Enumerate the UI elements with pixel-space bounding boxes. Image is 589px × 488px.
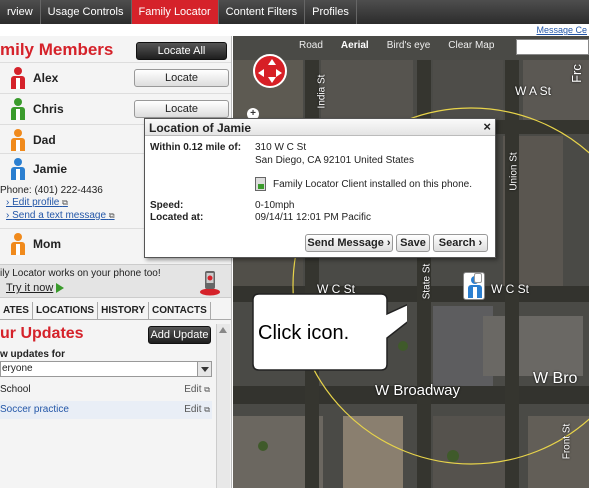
family-members-header: mily Members Locate All — [0, 38, 231, 62]
jamie-phone: Phone: (401) 222-4436 — [0, 185, 103, 196]
promo-text: ily Locator works on your phone too! — [0, 268, 161, 279]
located-value: 09/14/11 12:01 PM Pacific — [255, 212, 371, 223]
map-type-aerial[interactable]: Aerial — [341, 40, 369, 51]
member-name: Alex — [33, 71, 59, 85]
person-icon — [11, 129, 25, 151]
within-label: Within 0.12 mile of: — [150, 142, 242, 153]
street-label: India St — [316, 74, 328, 109]
member-name: Dad — [33, 133, 56, 147]
search-button[interactable]: Search › — [433, 234, 488, 252]
edit-profile-link[interactable]: › Edit profile ⧉ — [6, 197, 68, 208]
chevron-down-icon[interactable] — [197, 362, 211, 376]
locate-alex-button[interactable]: Locate — [134, 69, 229, 87]
member-name: Mom — [33, 237, 61, 251]
street-label: State St — [421, 263, 433, 300]
edit-update-link[interactable]: Edit ⧉ — [184, 404, 210, 415]
map-type-clear[interactable]: Clear Map — [448, 40, 494, 51]
map-search-input[interactable] — [516, 39, 589, 55]
play-icon — [56, 283, 64, 293]
speed-label: Speed: — [150, 200, 184, 211]
person-icon — [11, 233, 25, 255]
street-label: Union St — [508, 152, 520, 191]
map-type-road[interactable]: Road — [299, 40, 323, 51]
close-icon[interactable]: × — [483, 119, 491, 134]
street-label: Front St — [561, 423, 573, 460]
location-popup: Location of Jamie × Within 0.12 mile of:… — [144, 118, 496, 258]
tab-profiles[interactable]: Profiles — [305, 0, 357, 24]
update-name: School — [0, 384, 31, 395]
street-label: W Broadway — [375, 382, 461, 399]
subtab-locations[interactable]: LOCATIONS — [33, 302, 99, 319]
locate-all-button[interactable]: Locate All — [136, 42, 227, 60]
update-row: School Edit ⧉ — [0, 381, 212, 399]
family-members-title: mily Members — [0, 40, 114, 59]
street-label: W Bro — [533, 370, 578, 387]
tab-content-filters[interactable]: Content Filters — [219, 0, 306, 24]
tab-usage-controls[interactable]: Usage Controls — [41, 0, 132, 24]
cursor-hand-icon — [474, 273, 482, 283]
phone-icon — [255, 177, 266, 191]
phone-icon — [200, 271, 220, 296]
subtab-updates[interactable]: ATES — [0, 302, 33, 319]
member-alex[interactable]: Alex Locate — [0, 62, 231, 93]
member-name: Chris — [33, 102, 64, 116]
address-line2: San Diego, CA 92101 United States — [255, 155, 414, 166]
sidebar-subtabs: ATES LOCATIONS HISTORY CONTACTS — [0, 302, 231, 320]
person-icon — [11, 67, 25, 89]
phone-promo: ily Locator works on your phone too! Try… — [0, 264, 231, 298]
street-label: W C St — [491, 282, 529, 296]
map-type-birds-eye[interactable]: Bird's eye — [387, 40, 431, 51]
family-sidebar: mily Members Locate All Alex Locate Chri… — [0, 36, 232, 488]
callout-text: Click icon. — [258, 322, 350, 344]
tab-overview[interactable]: rview — [0, 0, 41, 24]
person-icon — [11, 158, 25, 180]
member-name: Jamie — [33, 162, 68, 176]
client-note: Family Locator Client installed on this … — [273, 179, 472, 190]
map-type-switcher: Road Aerial Bird's eye Clear Map — [299, 40, 494, 51]
tab-family-locator[interactable]: Family Locator — [131, 0, 219, 24]
try-it-now-link[interactable]: Try it now — [6, 282, 53, 294]
street-label: Frc — [568, 64, 584, 83]
updates-for-select[interactable]: eryone — [0, 361, 212, 377]
pan-control[interactable] — [253, 54, 287, 88]
speed-value: 0-10mph — [255, 200, 295, 211]
top-nav: rview Usage Controls Family Locator Cont… — [0, 0, 589, 24]
external-link-icon: ⧉ — [108, 211, 115, 220]
edit-update-link[interactable]: Edit ⧉ — [184, 384, 210, 395]
subtab-contacts[interactable]: CONTACTS — [149, 302, 211, 319]
updates-scrollbar[interactable] — [216, 324, 230, 488]
person-icon — [11, 98, 25, 120]
scroll-up-icon[interactable] — [219, 327, 227, 333]
message-center-link[interactable]: Message Ce — [239, 25, 589, 36]
jamie-map-pin[interactable] — [463, 272, 485, 300]
update-row: Soccer practice Edit ⧉ — [0, 401, 212, 419]
street-label: W A St — [515, 84, 552, 98]
subtab-history[interactable]: HISTORY — [98, 302, 149, 319]
located-label: Located at: — [150, 212, 204, 223]
map-imagery — [233, 36, 589, 488]
popup-title: Location of Jamie — [145, 119, 495, 136]
add-update-button[interactable]: Add Update — [148, 326, 211, 344]
locate-chris-button[interactable]: Locate — [134, 100, 229, 118]
address-line1: 310 W C St — [255, 142, 307, 153]
show-updates-label: w updates for — [0, 349, 66, 360]
external-link-icon: ⧉ — [62, 198, 68, 207]
aerial-map[interactable]: Road Aerial Bird's eye Clear Map + W C S… — [233, 36, 589, 488]
update-name: Soccer practice — [0, 404, 69, 415]
updates-title: ur Updates — [0, 325, 84, 342]
save-button[interactable]: Save — [396, 234, 430, 252]
send-text-link[interactable]: › Send a text message ⧉ — [6, 210, 115, 221]
send-message-button[interactable]: Send Message › — [305, 234, 393, 252]
